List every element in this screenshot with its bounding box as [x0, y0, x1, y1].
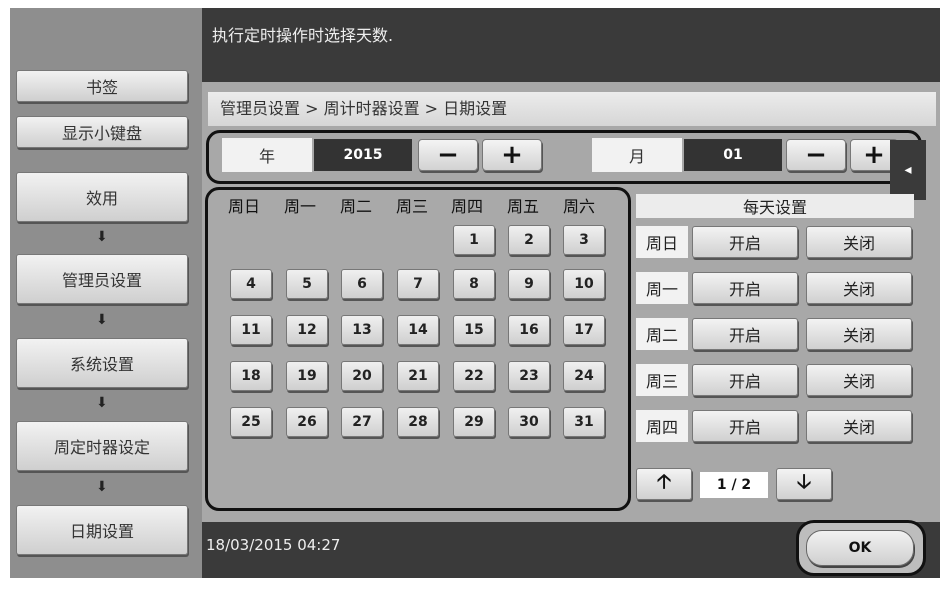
wednesday-on-button[interactable]: 开启: [692, 364, 798, 396]
down-arrow-icon: ⬇: [96, 479, 108, 495]
day-button[interactable]: 10: [563, 269, 605, 299]
year-label: 年: [222, 138, 312, 172]
day-button[interactable]: 30: [508, 407, 550, 437]
monday-on-button[interactable]: 开启: [692, 272, 798, 304]
month-value: 01: [684, 139, 782, 171]
ok-button[interactable]: OK: [806, 530, 914, 566]
down-arrow-icon: ⬇: [96, 312, 108, 328]
thursday-off-button[interactable]: 关闭: [806, 410, 912, 442]
month-minus-button[interactable]: −: [786, 139, 846, 171]
day-button[interactable]: 28: [397, 407, 439, 437]
day-button[interactable]: 1: [453, 225, 495, 255]
bookmark-label: 书签: [85, 78, 118, 97]
weekday-label: 周日: [636, 226, 688, 258]
day-button[interactable]: 22: [453, 361, 495, 391]
day-button[interactable]: 16: [508, 315, 550, 345]
day-button[interactable]: 25: [230, 407, 272, 437]
monday-off-button[interactable]: 关闭: [806, 272, 912, 304]
weekday-header: 周一: [284, 197, 317, 216]
day-button[interactable]: 4: [230, 269, 272, 299]
day-button[interactable]: 11: [230, 315, 272, 345]
weekday-header: 周六: [563, 197, 596, 216]
datetime-display: 18/03/2015 04:27: [206, 536, 341, 554]
weekday-label: 周一: [636, 272, 688, 304]
sunday-on-button[interactable]: 开启: [692, 226, 798, 258]
weekday-header: 周日: [228, 197, 261, 216]
step-system-settings-button[interactable]: 系统设置: [16, 338, 188, 388]
side-panel-tab[interactable]: ◂: [890, 140, 926, 200]
day-button[interactable]: 31: [563, 407, 605, 437]
wednesday-off-button[interactable]: 关闭: [806, 364, 912, 396]
day-button[interactable]: 17: [563, 315, 605, 345]
tuesday-off-button[interactable]: 关闭: [806, 318, 912, 350]
year-minus-button[interactable]: −: [418, 139, 478, 171]
day-button[interactable]: 23: [508, 361, 550, 391]
step-utility-button[interactable]: 效用: [16, 172, 188, 222]
step-label: 管理员设置: [61, 271, 142, 290]
weekday-label: 周四: [636, 410, 688, 442]
weekday-header: 周三: [396, 197, 429, 216]
weekday-header: 周四: [451, 197, 484, 216]
day-button[interactable]: 18: [230, 361, 272, 391]
day-button[interactable]: 14: [397, 315, 439, 345]
page-indicator: 1 / 2: [700, 472, 768, 498]
day-button[interactable]: 2: [508, 225, 550, 255]
down-arrow-icon: ⬇: [96, 395, 108, 411]
weekday-label: 周二: [636, 318, 688, 350]
day-button[interactable]: 26: [286, 407, 328, 437]
daily-settings-header: 每天设置: [636, 194, 914, 218]
month-label: 月: [592, 138, 682, 172]
step-admin-settings-button[interactable]: 管理员设置: [16, 254, 188, 304]
step-label: 周定时器设定: [53, 438, 150, 457]
scroll-up-button[interactable]: 🡡: [636, 468, 692, 500]
day-button[interactable]: 5: [286, 269, 328, 299]
weekday-label: 周三: [636, 364, 688, 396]
day-button[interactable]: 29: [453, 407, 495, 437]
weekday-header: 周二: [340, 197, 373, 216]
keypad-button[interactable]: 显示小键盘: [16, 116, 188, 148]
day-button[interactable]: 3: [563, 225, 605, 255]
message-bar: 执行定时操作时选择天数.: [202, 8, 940, 82]
day-button[interactable]: 12: [286, 315, 328, 345]
step-date-settings-button[interactable]: 日期设置: [16, 505, 188, 555]
day-button[interactable]: 6: [341, 269, 383, 299]
day-button[interactable]: 21: [397, 361, 439, 391]
day-button[interactable]: 15: [453, 315, 495, 345]
scroll-down-button[interactable]: 🡣: [776, 468, 832, 500]
step-label: 效用: [85, 189, 118, 208]
sunday-off-button[interactable]: 关闭: [806, 226, 912, 258]
step-weekly-timer-button[interactable]: 周定时器设定: [16, 421, 188, 471]
weekday-header: 周五: [507, 197, 540, 216]
day-button[interactable]: 13: [341, 315, 383, 345]
keypad-label: 显示小键盘: [61, 124, 142, 143]
thursday-on-button[interactable]: 开启: [692, 410, 798, 442]
year-value: 2015: [314, 139, 412, 171]
day-button[interactable]: 8: [453, 269, 495, 299]
message-text: 执行定时操作时选择天数.: [212, 26, 394, 45]
step-label: 系统设置: [69, 355, 134, 374]
step-label: 日期设置: [69, 522, 134, 541]
breadcrumb: 管理员设置 > 周计时器设置 > 日期设置: [208, 92, 936, 126]
tuesday-on-button[interactable]: 开启: [692, 318, 798, 350]
day-button[interactable]: 7: [397, 269, 439, 299]
day-button[interactable]: 20: [341, 361, 383, 391]
day-button[interactable]: 24: [563, 361, 605, 391]
day-button[interactable]: 19: [286, 361, 328, 391]
bookmark-button[interactable]: 书签: [16, 70, 188, 102]
day-button[interactable]: 9: [508, 269, 550, 299]
year-plus-button[interactable]: +: [482, 139, 542, 171]
day-button[interactable]: 27: [341, 407, 383, 437]
down-arrow-icon: ⬇: [96, 229, 108, 245]
